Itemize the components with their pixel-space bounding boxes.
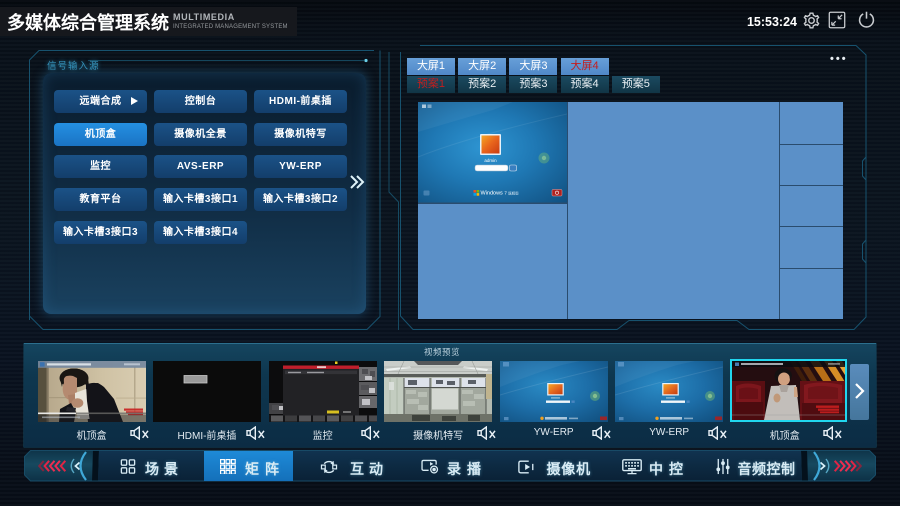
svg-text:admin: admin — [484, 158, 497, 163]
